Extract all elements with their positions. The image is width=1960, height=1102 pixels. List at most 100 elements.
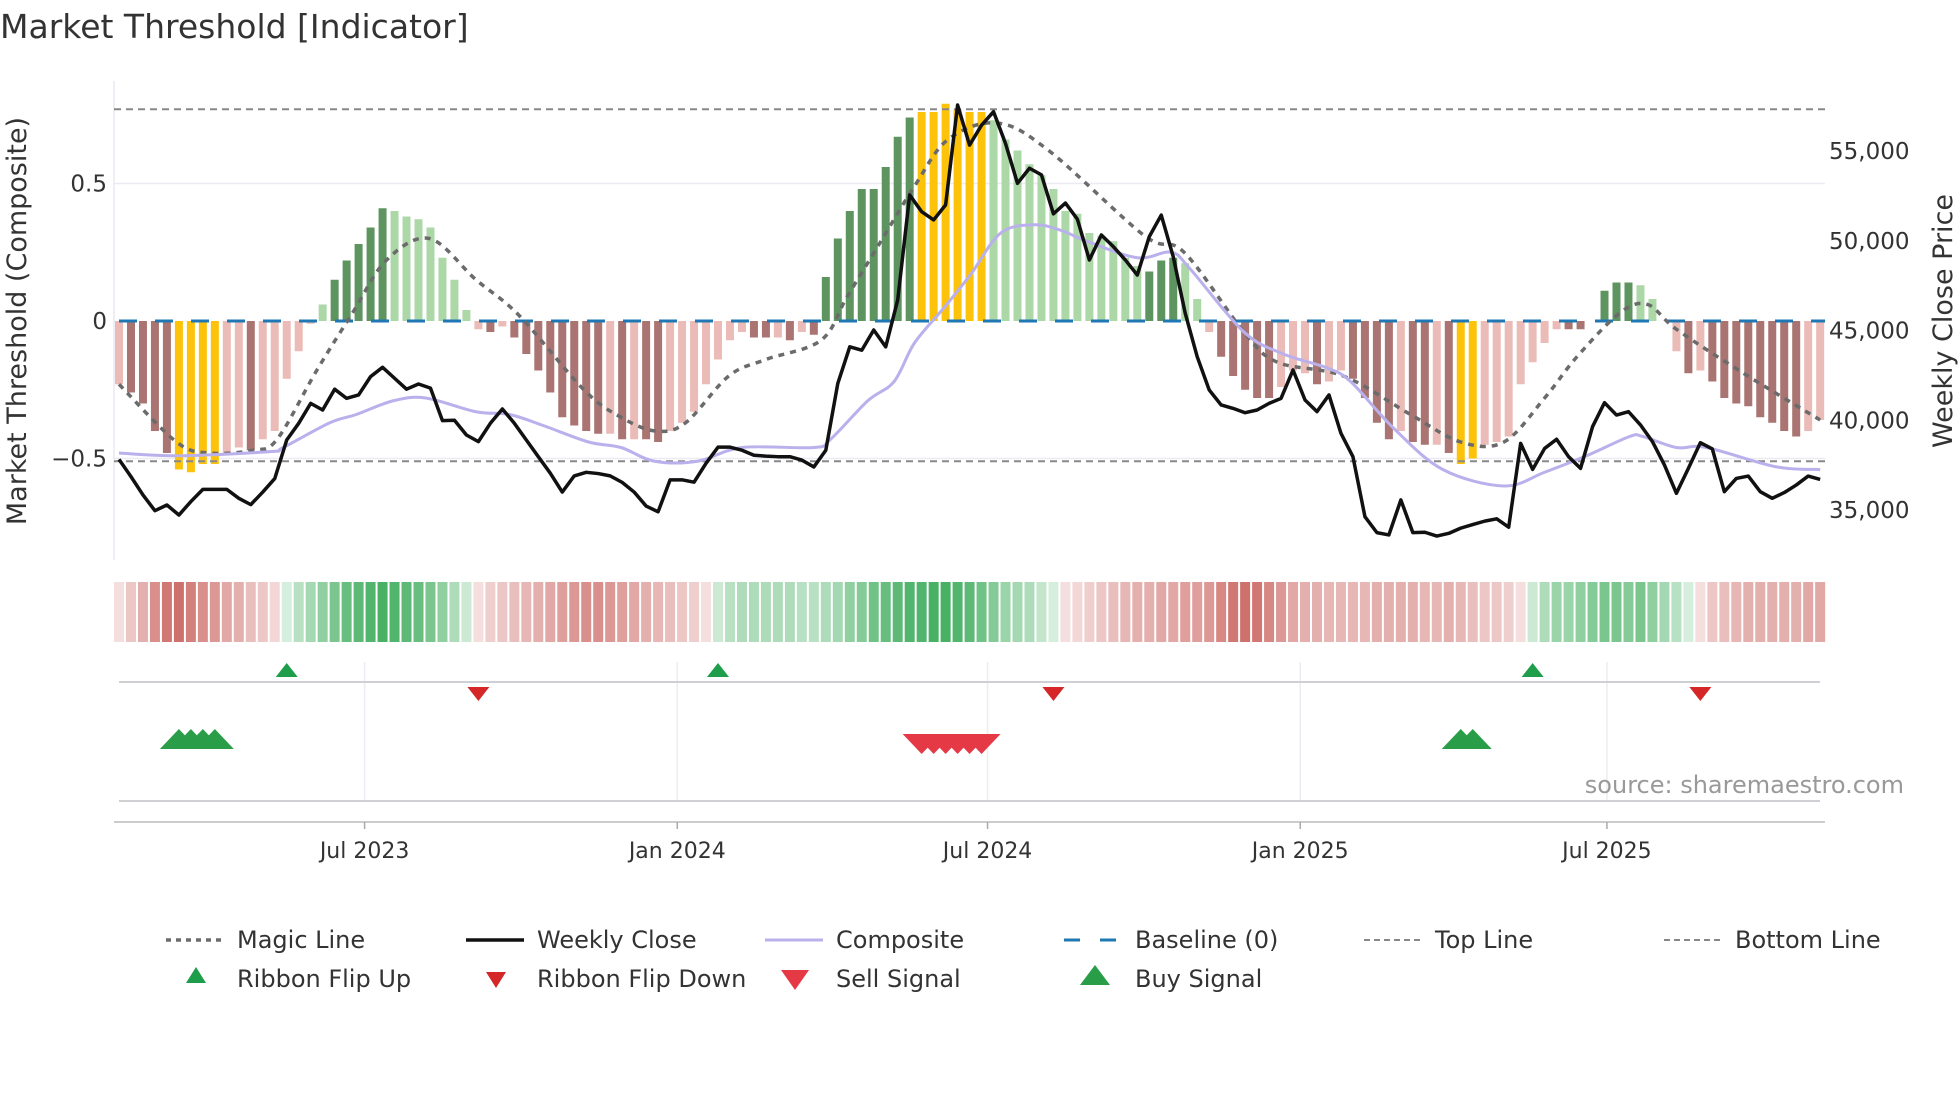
ribbon-cell <box>1671 582 1682 642</box>
legend-label: Ribbon Flip Down <box>537 965 746 993</box>
market-threshold-chart: Market Threshold [Indicator] Market Thre… <box>0 7 1959 993</box>
legend-label: Top Line <box>1434 926 1533 954</box>
ribbon-cell <box>1707 582 1718 642</box>
ribbon-flip-down-swatch <box>486 972 506 988</box>
histogram-bar <box>1205 321 1214 332</box>
ribbon-flip-up-marker <box>707 663 729 677</box>
ribbon-cell <box>1000 582 1011 642</box>
histogram-bar <box>773 321 782 338</box>
ribbon-cell <box>1335 582 1346 642</box>
histogram-bar <box>1121 257 1130 321</box>
histogram-bar <box>270 321 279 431</box>
ribbon-cell <box>1623 582 1634 642</box>
histogram-bar <box>546 321 555 393</box>
histogram-bar <box>246 321 255 451</box>
left-tick-label: 0 <box>92 309 107 335</box>
ribbon-cell <box>425 582 436 642</box>
ribbon-cell <box>796 582 807 642</box>
ribbon-cell <box>1455 582 1466 642</box>
histogram-bar <box>1528 321 1537 363</box>
ribbon-cell <box>293 582 304 642</box>
x-tick-label: Jul 2023 <box>318 839 410 864</box>
legend-item-baseline: Baseline (0) <box>1064 926 1278 954</box>
histogram-bar <box>402 216 411 321</box>
ribbon-cell <box>1048 582 1059 642</box>
histogram-bar <box>498 321 507 327</box>
histogram-bar <box>594 321 603 434</box>
histogram-bar <box>1145 271 1154 321</box>
ribbon-cell <box>1779 582 1790 642</box>
histogram-bar <box>462 310 471 321</box>
histogram-bar <box>749 321 758 338</box>
histogram-bar <box>1504 321 1513 437</box>
ribbon-cell <box>1288 582 1299 642</box>
ribbon-cell <box>1144 582 1155 642</box>
date-axis: Jul 2023 Jan 2024 Jul 2024 Jan 2025 Jul 2025 <box>114 821 1825 864</box>
ribbon-cell <box>1527 582 1538 642</box>
ribbon-cell <box>1084 582 1095 642</box>
ribbon-cell <box>1611 582 1622 642</box>
ribbon-cell <box>629 582 640 642</box>
ribbon-cell <box>1491 582 1502 642</box>
histogram-bar <box>1025 164 1034 321</box>
ribbon-cell <box>748 582 759 642</box>
ribbon-cell <box>1431 582 1442 642</box>
legend-label: Sell Signal <box>836 965 961 993</box>
ribbon-cell <box>784 582 795 642</box>
histogram-bar <box>582 321 591 431</box>
histogram-bar <box>1816 321 1825 420</box>
ribbon-cell <box>1407 582 1418 642</box>
ribbon-cell <box>1743 582 1754 642</box>
histogram-bar <box>162 321 171 453</box>
buy-signal-swatch <box>1080 965 1110 985</box>
histogram-bar <box>1217 321 1226 357</box>
histogram-bar <box>881 167 890 321</box>
ribbon-cell <box>940 582 951 642</box>
ribbon-cell <box>844 582 855 642</box>
ribbon-cell <box>377 582 388 642</box>
histogram-bar <box>198 321 207 464</box>
histogram-bar <box>1336 321 1345 371</box>
ribbon-cell <box>1419 582 1430 642</box>
histogram-bar <box>989 120 998 321</box>
ribbon-cell <box>557 582 568 642</box>
histogram-bar <box>115 321 123 385</box>
ribbon-cell <box>497 582 508 642</box>
ribbon-cell <box>1791 582 1802 642</box>
legend-label: Magic Line <box>237 926 365 954</box>
ribbon-cell <box>605 582 616 642</box>
histogram-bar <box>486 321 495 332</box>
histogram-bar <box>606 321 615 434</box>
histogram-bar <box>785 321 794 341</box>
histogram-bar <box>666 321 675 431</box>
ribbon-cell <box>653 582 664 642</box>
histogram-bar <box>1468 321 1477 459</box>
histogram-bar <box>510 321 519 338</box>
ribbon-cell <box>257 582 268 642</box>
ribbon-flip-up-marker <box>275 663 298 677</box>
histogram-bar <box>534 321 543 371</box>
legend-label: Buy Signal <box>1135 965 1262 993</box>
ribbon-cell <box>473 582 484 642</box>
ribbon-cell <box>1204 582 1215 642</box>
ribbon-cell <box>1659 582 1670 642</box>
ribbon-cell <box>1276 582 1287 642</box>
histogram-bar <box>1576 321 1585 330</box>
histogram-bar <box>318 304 327 321</box>
histogram-bar <box>1648 299 1657 321</box>
histogram-bar <box>761 321 770 338</box>
histogram-bar <box>1792 321 1801 437</box>
ribbon-cell <box>137 582 148 642</box>
ribbon-flip-down-marker <box>1689 687 1712 701</box>
ribbon-cell <box>677 582 688 642</box>
histogram-bar <box>294 321 303 352</box>
ribbon-cell <box>1803 582 1814 642</box>
histogram-bar <box>977 112 986 321</box>
histogram-bar <box>833 238 842 321</box>
ribbon-cell <box>689 582 700 642</box>
histogram-bar <box>1229 321 1238 376</box>
ribbon-cell <box>1755 582 1766 642</box>
ribbon-cell <box>1731 582 1742 642</box>
ribbon-cell <box>197 582 208 642</box>
histogram-bar <box>126 321 135 393</box>
